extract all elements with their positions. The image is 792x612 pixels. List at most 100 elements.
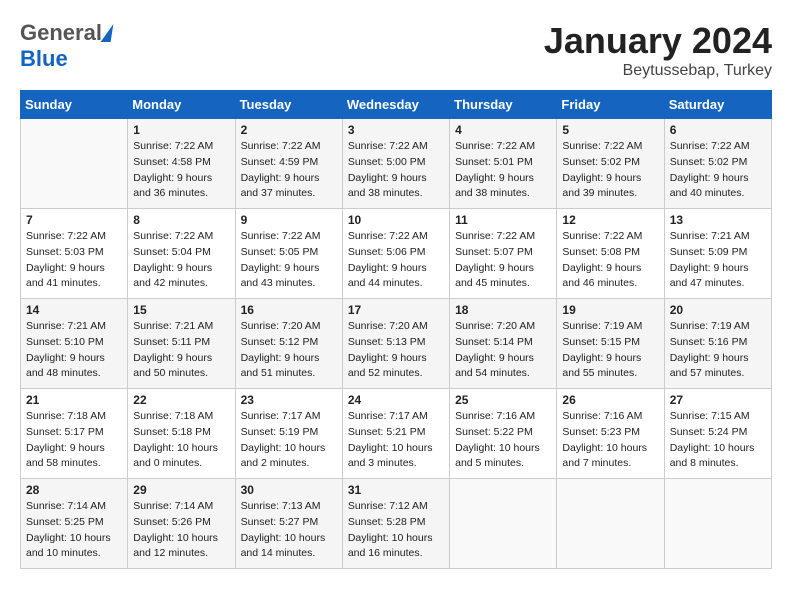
day-info: Sunrise: 7:22 AMSunset: 5:06 PMDaylight:… — [348, 229, 444, 292]
day-detail: Sunset: 5:03 PM — [26, 245, 122, 261]
day-info: Sunrise: 7:20 AMSunset: 5:14 PMDaylight:… — [455, 319, 551, 382]
day-info: Sunrise: 7:22 AMSunset: 5:03 PMDaylight:… — [26, 229, 122, 292]
day-detail: Sunset: 5:01 PM — [455, 155, 551, 171]
day-detail: Sunrise: 7:22 AM — [455, 229, 551, 245]
day-number: 11 — [455, 213, 551, 227]
day-detail: Sunset: 5:25 PM — [26, 515, 122, 531]
day-detail: Daylight: 10 hours and 5 minutes. — [455, 441, 551, 473]
day-detail: Sunrise: 7:21 AM — [26, 319, 122, 335]
day-detail: Sunrise: 7:22 AM — [562, 139, 658, 155]
day-info: Sunrise: 7:14 AMSunset: 5:26 PMDaylight:… — [133, 499, 229, 562]
day-detail: Sunset: 5:19 PM — [241, 425, 337, 441]
calendar-cell: 21Sunrise: 7:18 AMSunset: 5:17 PMDayligh… — [21, 389, 128, 479]
day-number: 3 — [348, 123, 444, 137]
calendar-cell: 26Sunrise: 7:16 AMSunset: 5:23 PMDayligh… — [557, 389, 664, 479]
day-detail: Sunset: 4:59 PM — [241, 155, 337, 171]
calendar-week-row: 1Sunrise: 7:22 AMSunset: 4:58 PMDaylight… — [21, 119, 772, 209]
calendar-cell — [557, 479, 664, 569]
day-detail: Sunset: 5:05 PM — [241, 245, 337, 261]
day-number: 27 — [670, 393, 766, 407]
day-number: 7 — [26, 213, 122, 227]
day-detail: Sunrise: 7:14 AM — [26, 499, 122, 515]
calendar-cell: 29 Sunrise: 7:14 AMSunset: 5:26 PMDayligh… — [128, 479, 235, 569]
calendar-week-row: 21Sunrise: 7:18 AMSunset: 5:17 PMDayligh… — [21, 389, 772, 479]
day-detail: Daylight: 9 hours and 46 minutes. — [562, 261, 658, 293]
day-detail: Sunrise: 7:22 AM — [133, 139, 229, 155]
day-info: Sunrise: 7:14 AMSunset: 5:25 PMDaylight:… — [26, 499, 122, 562]
day-detail: Sunset: 5:18 PM — [133, 425, 229, 441]
day-detail: Daylight: 9 hours and 44 minutes. — [348, 261, 444, 293]
calendar-cell: 31Sunrise: 7:12 AMSunset: 5:28 PMDayligh… — [342, 479, 449, 569]
calendar-cell: 17Sunrise: 7:20 AMSunset: 5:13 PMDayligh… — [342, 299, 449, 389]
day-detail: Sunrise: 7:16 AM — [562, 409, 658, 425]
day-detail: Sunset: 5:06 PM — [348, 245, 444, 261]
day-detail: Sunset: 4:58 PM — [133, 155, 229, 171]
day-detail: Sunrise: 7:22 AM — [133, 229, 229, 245]
day-detail: Daylight: 9 hours and 47 minutes. — [670, 261, 766, 293]
day-detail: Daylight: 9 hours and 40 minutes. — [670, 171, 766, 203]
day-detail: Daylight: 9 hours and 37 minutes. — [241, 171, 337, 203]
day-detail: Daylight: 10 hours and 12 minutes. — [133, 531, 229, 563]
day-detail: Sunrise: 7:15 AM — [670, 409, 766, 425]
day-header-friday: Friday — [557, 91, 664, 119]
day-detail: Sunset: 5:11 PM — [133, 335, 229, 351]
day-info: Sunrise: 7:22 AMSunset: 4:58 PMDaylight:… — [133, 139, 229, 202]
day-header-sunday: Sunday — [21, 91, 128, 119]
day-number: 24 — [348, 393, 444, 407]
day-detail: Sunset: 5:07 PM — [455, 245, 551, 261]
day-info: Sunrise: 7:19 AMSunset: 5:15 PMDaylight:… — [562, 319, 658, 382]
day-info: Sunrise: 7:22 AMSunset: 5:04 PMDaylight:… — [133, 229, 229, 292]
day-info: Sunrise: 7:16 AMSunset: 5:22 PMDaylight:… — [455, 409, 551, 472]
day-detail: Sunset: 5:09 PM — [670, 245, 766, 261]
calendar-cell: 20Sunrise: 7:19 AMSunset: 5:16 PMDayligh… — [664, 299, 771, 389]
page-header: General Blue January 2024 Beytussebap, T… — [20, 20, 772, 80]
calendar-body: 1Sunrise: 7:22 AMSunset: 4:58 PMDaylight… — [21, 119, 772, 569]
day-detail: Daylight: 9 hours and 50 minutes. — [133, 351, 229, 383]
day-info: Sunrise: 7:15 AMSunset: 5:24 PMDaylight:… — [670, 409, 766, 472]
day-number: 9 — [241, 213, 337, 227]
day-number: 21 — [26, 393, 122, 407]
day-detail: Daylight: 9 hours and 42 minutes. — [133, 261, 229, 293]
day-detail: Sunrise: 7:20 AM — [348, 319, 444, 335]
calendar-cell: 15 Sunrise: 7:21 AMSunset: 5:11 PMDayligh… — [128, 299, 235, 389]
day-info: Sunrise: 7:20 AMSunset: 5:13 PMDaylight:… — [348, 319, 444, 382]
day-number: 15 — [133, 303, 229, 317]
day-detail: Sunset: 5:14 PM — [455, 335, 551, 351]
day-info: Sunrise: 7:22 AMSunset: 5:02 PMDaylight:… — [562, 139, 658, 202]
day-detail: Daylight: 9 hours and 55 minutes. — [562, 351, 658, 383]
calendar-cell: 14Sunrise: 7:21 AMSunset: 5:10 PMDayligh… — [21, 299, 128, 389]
calendar-header-row: SundayMondayTuesdayWednesdayThursdayFrid… — [21, 91, 772, 119]
day-number: 31 — [348, 483, 444, 497]
day-detail: Sunset: 5:15 PM — [562, 335, 658, 351]
calendar-cell: 6Sunrise: 7:22 AMSunset: 5:02 PMDaylight… — [664, 119, 771, 209]
day-info: Sunrise: 7:16 AMSunset: 5:23 PMDaylight:… — [562, 409, 658, 472]
calendar-cell: 19Sunrise: 7:19 AMSunset: 5:15 PMDayligh… — [557, 299, 664, 389]
calendar-cell: 18Sunrise: 7:20 AMSunset: 5:14 PMDayligh… — [450, 299, 557, 389]
day-number: 30 — [241, 483, 337, 497]
day-number: 28 — [26, 483, 122, 497]
day-detail: Sunrise: 7:20 AM — [241, 319, 337, 335]
day-detail: Sunrise: 7:17 AM — [241, 409, 337, 425]
day-detail: Daylight: 10 hours and 2 minutes. — [241, 441, 337, 473]
calendar-cell: 22Sunrise: 7:18 AMSunset: 5:18 PMDayligh… — [128, 389, 235, 479]
month-title: January 2024 — [544, 20, 772, 62]
day-info: Sunrise: 7:22 AMSunset: 5:05 PMDaylight:… — [241, 229, 337, 292]
day-detail: Sunrise: 7:13 AM — [241, 499, 337, 515]
day-detail: Sunrise: 7:22 AM — [455, 139, 551, 155]
day-info: Sunrise: 7:22 AMSunset: 5:08 PMDaylight:… — [562, 229, 658, 292]
day-detail: Daylight: 10 hours and 3 minutes. — [348, 441, 444, 473]
calendar-cell: 12Sunrise: 7:22 AMSunset: 5:08 PMDayligh… — [557, 209, 664, 299]
day-detail: Sunrise: 7:22 AM — [241, 139, 337, 155]
day-detail: Daylight: 9 hours and 57 minutes. — [670, 351, 766, 383]
day-info: Sunrise: 7:20 AMSunset: 5:12 PMDaylight:… — [241, 319, 337, 382]
calendar-cell: 8 Sunrise: 7:22 AMSunset: 5:04 PMDaylight… — [128, 209, 235, 299]
day-number: 29 — [133, 483, 229, 497]
day-detail: Sunrise: 7:22 AM — [670, 139, 766, 155]
day-info: Sunrise: 7:13 AMSunset: 5:27 PMDaylight:… — [241, 499, 337, 562]
calendar-cell: 1Sunrise: 7:22 AMSunset: 4:58 PMDaylight… — [128, 119, 235, 209]
day-detail: Sunrise: 7:21 AM — [133, 319, 229, 335]
day-number: 8 — [133, 213, 229, 227]
day-detail: Sunrise: 7:18 AM — [133, 409, 229, 425]
logo-general: General — [20, 20, 102, 46]
day-detail: Sunrise: 7:22 AM — [348, 229, 444, 245]
